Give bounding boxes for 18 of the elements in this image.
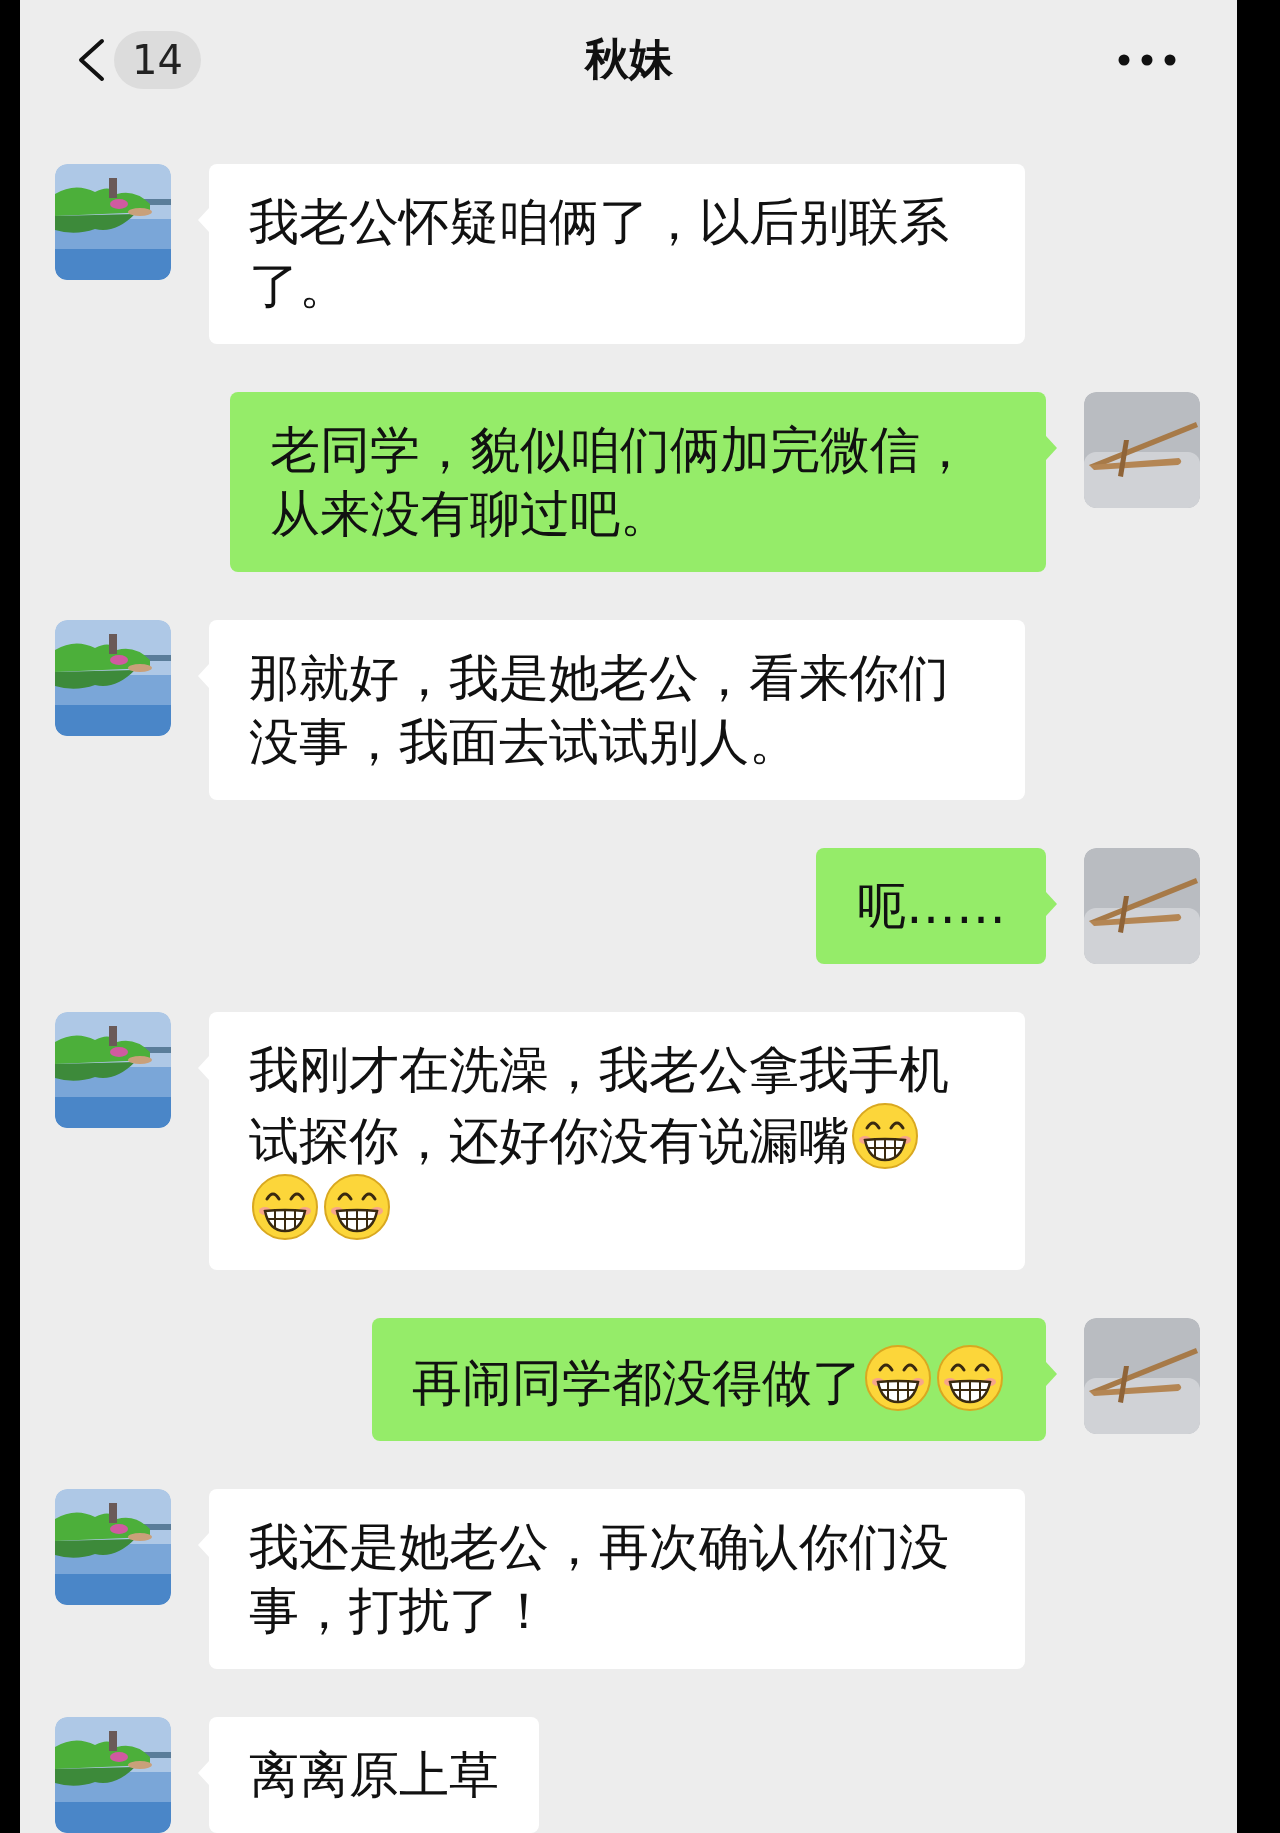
grinning-face-icon — [936, 1344, 1004, 1412]
grinning-face-icon — [864, 1344, 932, 1412]
grinning-face-icon — [323, 1173, 391, 1241]
message-text: 再闹同学都没得做了 — [412, 1354, 862, 1412]
message-text: 试探你，还好你没有说漏嘴 — [249, 1112, 849, 1170]
unread-count: 14 — [114, 30, 201, 89]
message-text: 老同学，貌似咱们俩加完微信，从来没有聊过吧。 — [270, 421, 970, 543]
more-icon[interactable] — [1117, 52, 1177, 67]
message-text: 离离原上草 — [249, 1746, 499, 1804]
message-text: 我刚才在洗澡，我老公拿我手机 — [249, 1041, 949, 1099]
back-icon[interactable] — [76, 37, 106, 82]
message-text: 那就好，我是她老公，看来你们没事，我面去试试别人。 — [249, 649, 949, 771]
message-text: 我还是她老公，再次确认你们没事，打扰了！ — [249, 1518, 949, 1640]
grinning-face-icon — [251, 1173, 319, 1241]
grinning-face-icon — [851, 1102, 919, 1170]
chat-title: 秋妹 — [584, 32, 673, 86]
message-text: 我老公怀疑咱俩了，以后别联系了。 — [249, 193, 949, 315]
message-text: 呃…… — [856, 877, 1006, 935]
